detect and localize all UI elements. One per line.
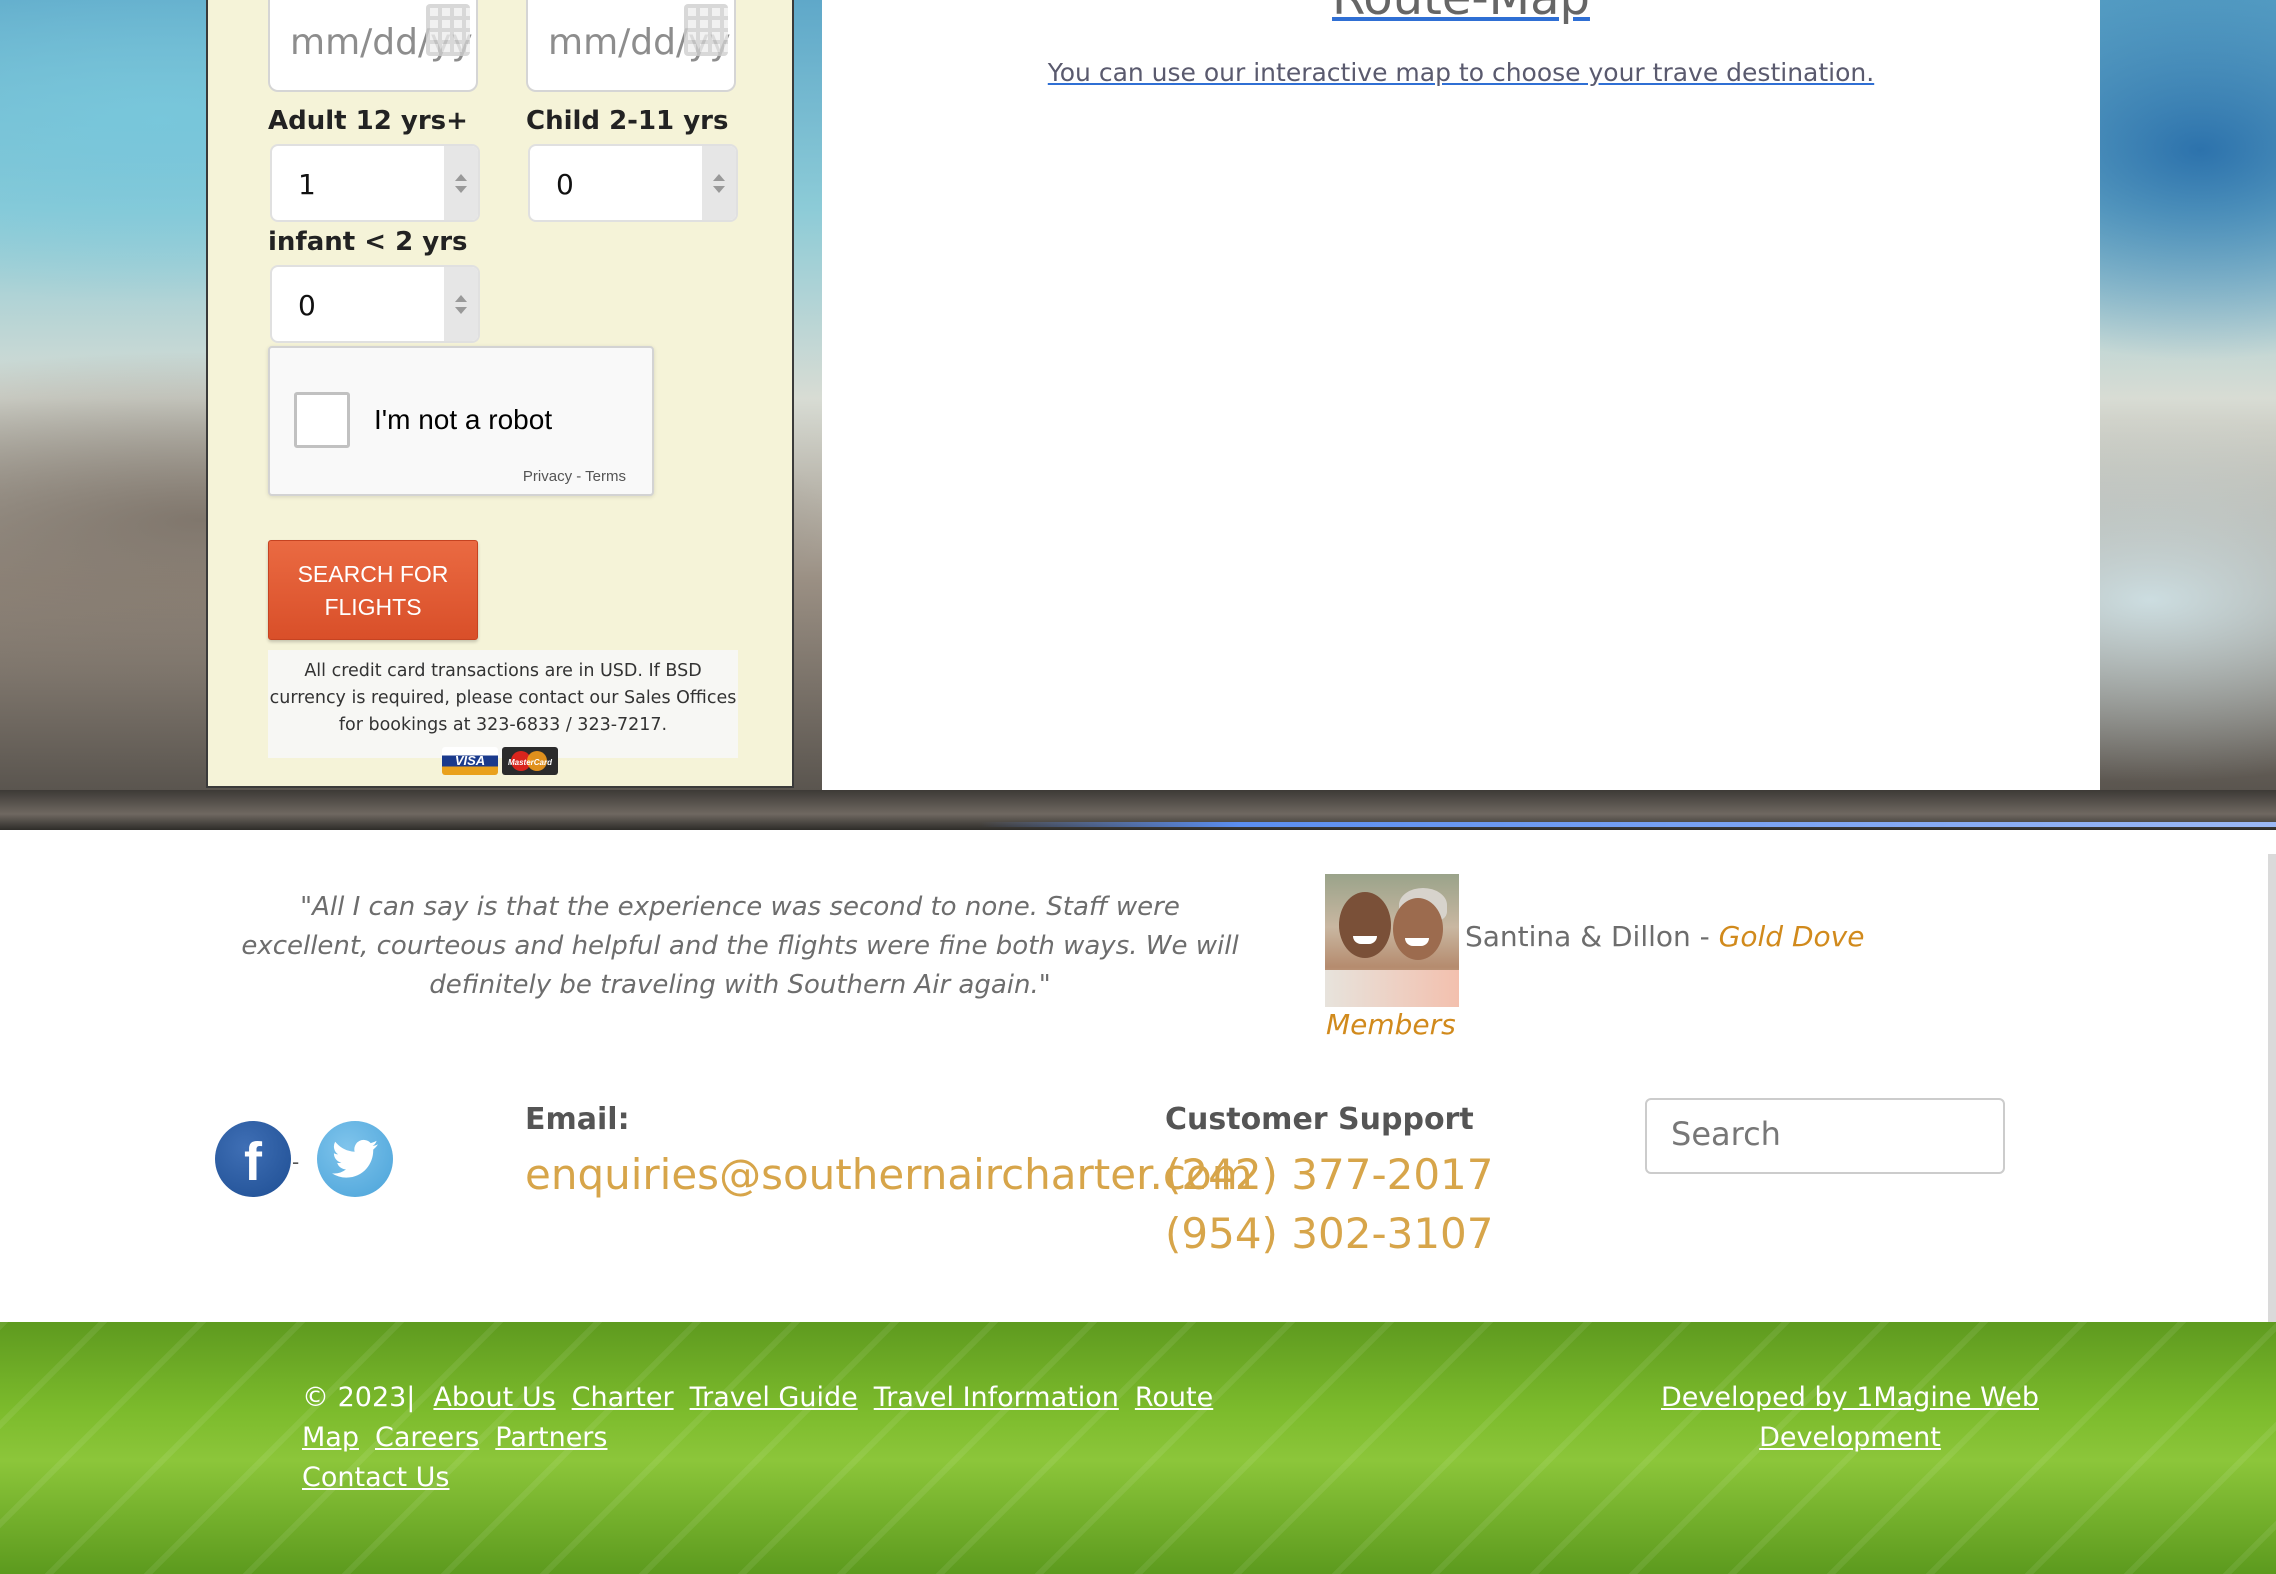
- footer-link-travel-guide[interactable]: Travel Guide: [690, 1382, 858, 1413]
- developer-credit-link[interactable]: Developed by 1Magine Web Development: [1650, 1378, 2050, 1458]
- twitter-icon[interactable]: [317, 1121, 393, 1197]
- spinner-arrows-icon[interactable]: [444, 146, 478, 220]
- recaptcha-widget: I'm not a robot Privacy - Terms: [268, 346, 654, 496]
- site-search-input[interactable]: Search: [1645, 1098, 2005, 1174]
- twitter-bird-glyph: [332, 1139, 378, 1178]
- footer-link-about-us[interactable]: About Us: [433, 1382, 555, 1413]
- recaptcha-label: I'm not a robot: [374, 404, 553, 435]
- visa-card-icon: VISA: [442, 747, 498, 775]
- testimonial-photo: [1325, 874, 1459, 1007]
- footer-link-partners[interactable]: Partners: [495, 1422, 607, 1453]
- phone-link-1[interactable]: (242) 377-2017: [1165, 1150, 1494, 1199]
- route-map-subtitle-link[interactable]: You can use our interactive map to choos…: [822, 58, 2100, 87]
- adult-count-value: 1: [298, 168, 316, 201]
- photo-clothing: [1325, 970, 1459, 1007]
- infant-count-stepper[interactable]: 0: [270, 265, 480, 343]
- infant-count-value: 0: [298, 289, 316, 322]
- testimonial-quote: "All I can say is that the experience wa…: [241, 892, 1239, 1000]
- membership-tier[interactable]: Gold Dove: [1719, 920, 1865, 953]
- divider-line: [980, 822, 2276, 827]
- recaptcha-checkbox[interactable]: [294, 392, 350, 448]
- route-map-title[interactable]: Route-Map: [822, 0, 2100, 26]
- site-search-placeholder: Search: [1671, 1115, 1781, 1153]
- email-link[interactable]: enquiries@southernaircharter.com: [525, 1150, 1253, 1199]
- return-date-input[interactable]: mm/dd/yy: [526, 0, 736, 92]
- spinner-arrows-icon[interactable]: [444, 267, 478, 341]
- depart-date-input[interactable]: mm/dd/yy: [268, 0, 478, 92]
- child-label: Child 2-11 yrs: [526, 106, 729, 136]
- author-names: Santina & Dillon -: [1465, 920, 1719, 953]
- footer-link-contact-us[interactable]: Contact Us: [302, 1462, 449, 1493]
- search-button-line2: FLIGHTS: [324, 594, 422, 620]
- mastercard-icon: MasterCard: [502, 747, 558, 775]
- footer-link-careers[interactable]: Careers: [375, 1422, 479, 1453]
- footer-link-travel-information[interactable]: Travel Information: [874, 1382, 1119, 1413]
- testimonial-author: Santina & Dillon - Gold Dove: [1465, 920, 1864, 953]
- spinner-arrows-icon[interactable]: [702, 146, 736, 220]
- social-separator: -: [292, 1150, 300, 1174]
- adult-label: Adult 12 yrs+: [268, 106, 468, 136]
- photo-face-man: [1339, 892, 1391, 958]
- route-map-panel: Route-Map You can use our interactive ma…: [822, 0, 2100, 790]
- calendar-icon[interactable]: [426, 4, 470, 56]
- recaptcha-privacy-terms[interactable]: Privacy - Terms: [523, 468, 626, 485]
- customer-support-label: Customer Support: [1165, 1102, 1474, 1137]
- credit-card-note: All credit card transactions are in USD.…: [268, 650, 738, 758]
- facebook-icon[interactable]: f: [215, 1121, 291, 1197]
- adult-count-stepper[interactable]: 1: [270, 144, 480, 222]
- copyright: © 2023|: [302, 1382, 416, 1413]
- child-count-stepper[interactable]: 0: [528, 144, 738, 222]
- membership-tier-suffix[interactable]: Members: [1326, 1008, 1456, 1041]
- footer-link-charter[interactable]: Charter: [572, 1382, 674, 1413]
- search-flights-button[interactable]: SEARCH FOR FLIGHTS: [268, 540, 478, 640]
- child-count-value: 0: [556, 168, 574, 201]
- footer-nav: © 2023| About Us Charter Travel Guide Travel…: [302, 1378, 1532, 1498]
- email-label: Email:: [525, 1102, 630, 1137]
- infant-label: infant < 2 yrs: [268, 227, 468, 257]
- flight-booking-panel: mm/dd/yy mm/dd/yy Adult 12 yrs+ Child 2-…: [206, 0, 794, 788]
- search-button-line1: SEARCH FOR: [297, 561, 449, 587]
- page-scrollbar[interactable]: [2268, 854, 2276, 1324]
- calendar-icon[interactable]: [684, 4, 728, 56]
- mastercard-label: MasterCard: [507, 758, 552, 767]
- photo-face-woman: [1393, 898, 1443, 960]
- phone-link-2[interactable]: (954) 302-3107: [1165, 1209, 1494, 1258]
